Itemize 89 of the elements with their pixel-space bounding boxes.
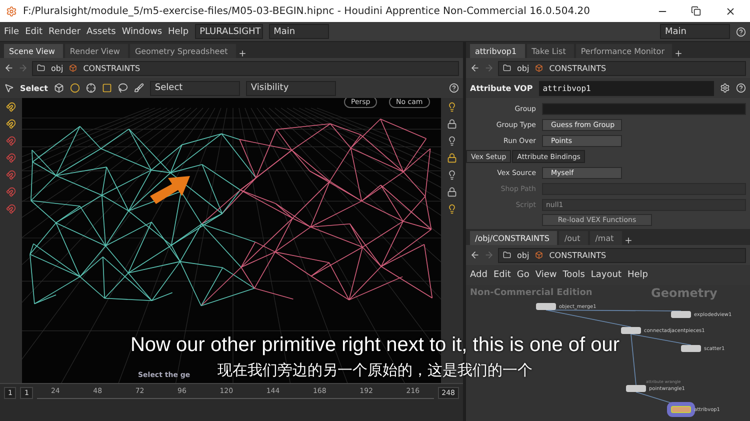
lasso-icon[interactable]	[118, 83, 128, 93]
menu-item[interactable]: Layout	[590, 270, 622, 280]
window-title: F:/Pluralsight/module_5/m5-exercise-files/M05-03-BEGIN.hipnc - Houdini Apprentice Non-Commercial 16.0.504.20	[23, 6, 591, 16]
menu-item[interactable]: Edit	[25, 26, 42, 36]
app-logo-icon	[6, 6, 17, 16]
node-type-label: Attribute VOP	[470, 84, 533, 92]
menu-item[interactable]: Windows	[122, 26, 162, 36]
help-icon[interactable]	[736, 26, 746, 36]
back-arrow-icon[interactable]	[470, 63, 480, 73]
path-field[interactable]: obj CONSTRAINTS	[498, 60, 746, 76]
box-icon	[535, 64, 544, 72]
pane-tab[interactable]: Performance Monitor	[576, 44, 672, 58]
network-node[interactable]	[671, 311, 691, 318]
lock-icon[interactable]	[447, 153, 457, 163]
path-segment[interactable]: obj	[517, 250, 530, 260]
magnet-icon[interactable]	[6, 102, 16, 112]
network-node[interactable]	[626, 385, 646, 392]
desktop-dropdown[interactable]: PLURALSIGHT	[194, 24, 263, 39]
workspace-dropdown[interactable]: Main	[268, 24, 329, 39]
magnet-icon[interactable]	[6, 153, 16, 163]
magnet-icon[interactable]	[6, 170, 16, 180]
back-arrow-icon[interactable]	[470, 250, 480, 260]
crosshair-icon[interactable]	[86, 83, 96, 93]
menu-item[interactable]: Edit	[493, 270, 511, 280]
path-segment[interactable]: CONSTRAINTS	[83, 64, 140, 72]
lightbulb-icon[interactable]	[447, 102, 457, 112]
menu-item[interactable]: Help	[628, 270, 648, 280]
edition-watermark: Non-Commercial Edition	[470, 288, 592, 298]
menu-item[interactable]: Help	[168, 26, 189, 36]
help-icon[interactable]	[736, 83, 746, 93]
cube-icon[interactable]	[54, 83, 64, 93]
folder-icon	[503, 251, 511, 259]
lightbulb-icon[interactable]	[447, 204, 457, 214]
arrow-drawing	[150, 176, 190, 204]
context-label: Geometry	[651, 286, 718, 300]
menu-item[interactable]: File	[4, 26, 20, 36]
pane-tab[interactable]: /out	[559, 231, 588, 245]
path-segment[interactable]: obj	[51, 64, 64, 72]
lock-icon[interactable]	[447, 119, 457, 129]
box-icon	[535, 251, 544, 259]
menu-item[interactable]: Assets	[86, 26, 116, 36]
menu-item[interactable]: View	[535, 270, 557, 280]
lock-icon[interactable]	[447, 187, 457, 197]
pane-tab[interactable]: /mat	[590, 231, 622, 245]
network-node[interactable]	[681, 345, 701, 352]
network-node[interactable]	[536, 303, 556, 310]
pane-tab[interactable]: /obj/CONSTRAINTS	[470, 231, 558, 245]
help-icon[interactable]	[449, 83, 459, 93]
folder-icon	[503, 64, 511, 72]
pane-tab[interactable]: Geometry Spreadsheet	[130, 44, 236, 58]
menu-item[interactable]: Tools	[562, 270, 585, 280]
folder-icon	[37, 64, 45, 72]
pane-tab[interactable]: attribvop1	[470, 44, 525, 58]
path-segment[interactable]: CONSTRAINTS	[549, 250, 606, 260]
workspace-dropdown[interactable]: Main	[660, 24, 730, 39]
circle-icon[interactable]	[70, 83, 80, 93]
path-field[interactable]: obj CONSTRAINTS	[498, 248, 746, 262]
selection-mode-dropdown[interactable]: Select	[150, 80, 240, 96]
pane-tab[interactable]: Scene View	[4, 44, 63, 58]
path-segment[interactable]: obj	[517, 64, 530, 72]
select-tool-label[interactable]: Select	[20, 84, 48, 92]
path-segment[interactable]: CONSTRAINTS	[549, 64, 606, 72]
subtitle-text: Now our other primitive right next to it, this is one of our	[130, 334, 620, 357]
magnet-icon[interactable]	[6, 187, 16, 197]
pointer-icon[interactable]	[4, 83, 14, 93]
visibility-dropdown[interactable]: Visibility	[246, 80, 336, 96]
add-tab-icon[interactable]	[624, 236, 633, 245]
add-tab-icon[interactable]	[238, 49, 247, 58]
network-node[interactable]	[621, 327, 641, 334]
add-tab-icon[interactable]	[674, 49, 684, 58]
node-name-field[interactable]: attribvop1	[538, 80, 714, 96]
lightbulb-icon[interactable]	[447, 136, 457, 146]
brush-icon[interactable]	[134, 83, 144, 93]
square-icon[interactable]	[102, 83, 112, 93]
back-arrow-icon[interactable]	[4, 63, 14, 73]
magnet-icon[interactable]	[6, 119, 16, 129]
box-icon	[69, 64, 78, 72]
menu-item[interactable]: Go	[516, 270, 530, 280]
param-field[interactable]	[542, 102, 746, 114]
pane-tab[interactable]: Take List	[526, 44, 574, 58]
magnet-icon[interactable]	[6, 204, 16, 214]
lightbulb-icon[interactable]	[447, 170, 457, 180]
path-field[interactable]: obj CONSTRAINTS	[32, 60, 459, 76]
menu-item[interactable]: Add	[470, 270, 488, 280]
pane-tab[interactable]: Render View	[64, 44, 128, 58]
subtitle-text: 现在我们旁边的另一个原始的，这是我们的一个	[218, 361, 532, 380]
menu-item[interactable]: Render	[48, 26, 81, 36]
magnet-icon[interactable]	[6, 136, 16, 146]
settings-icon[interactable]	[720, 83, 730, 93]
